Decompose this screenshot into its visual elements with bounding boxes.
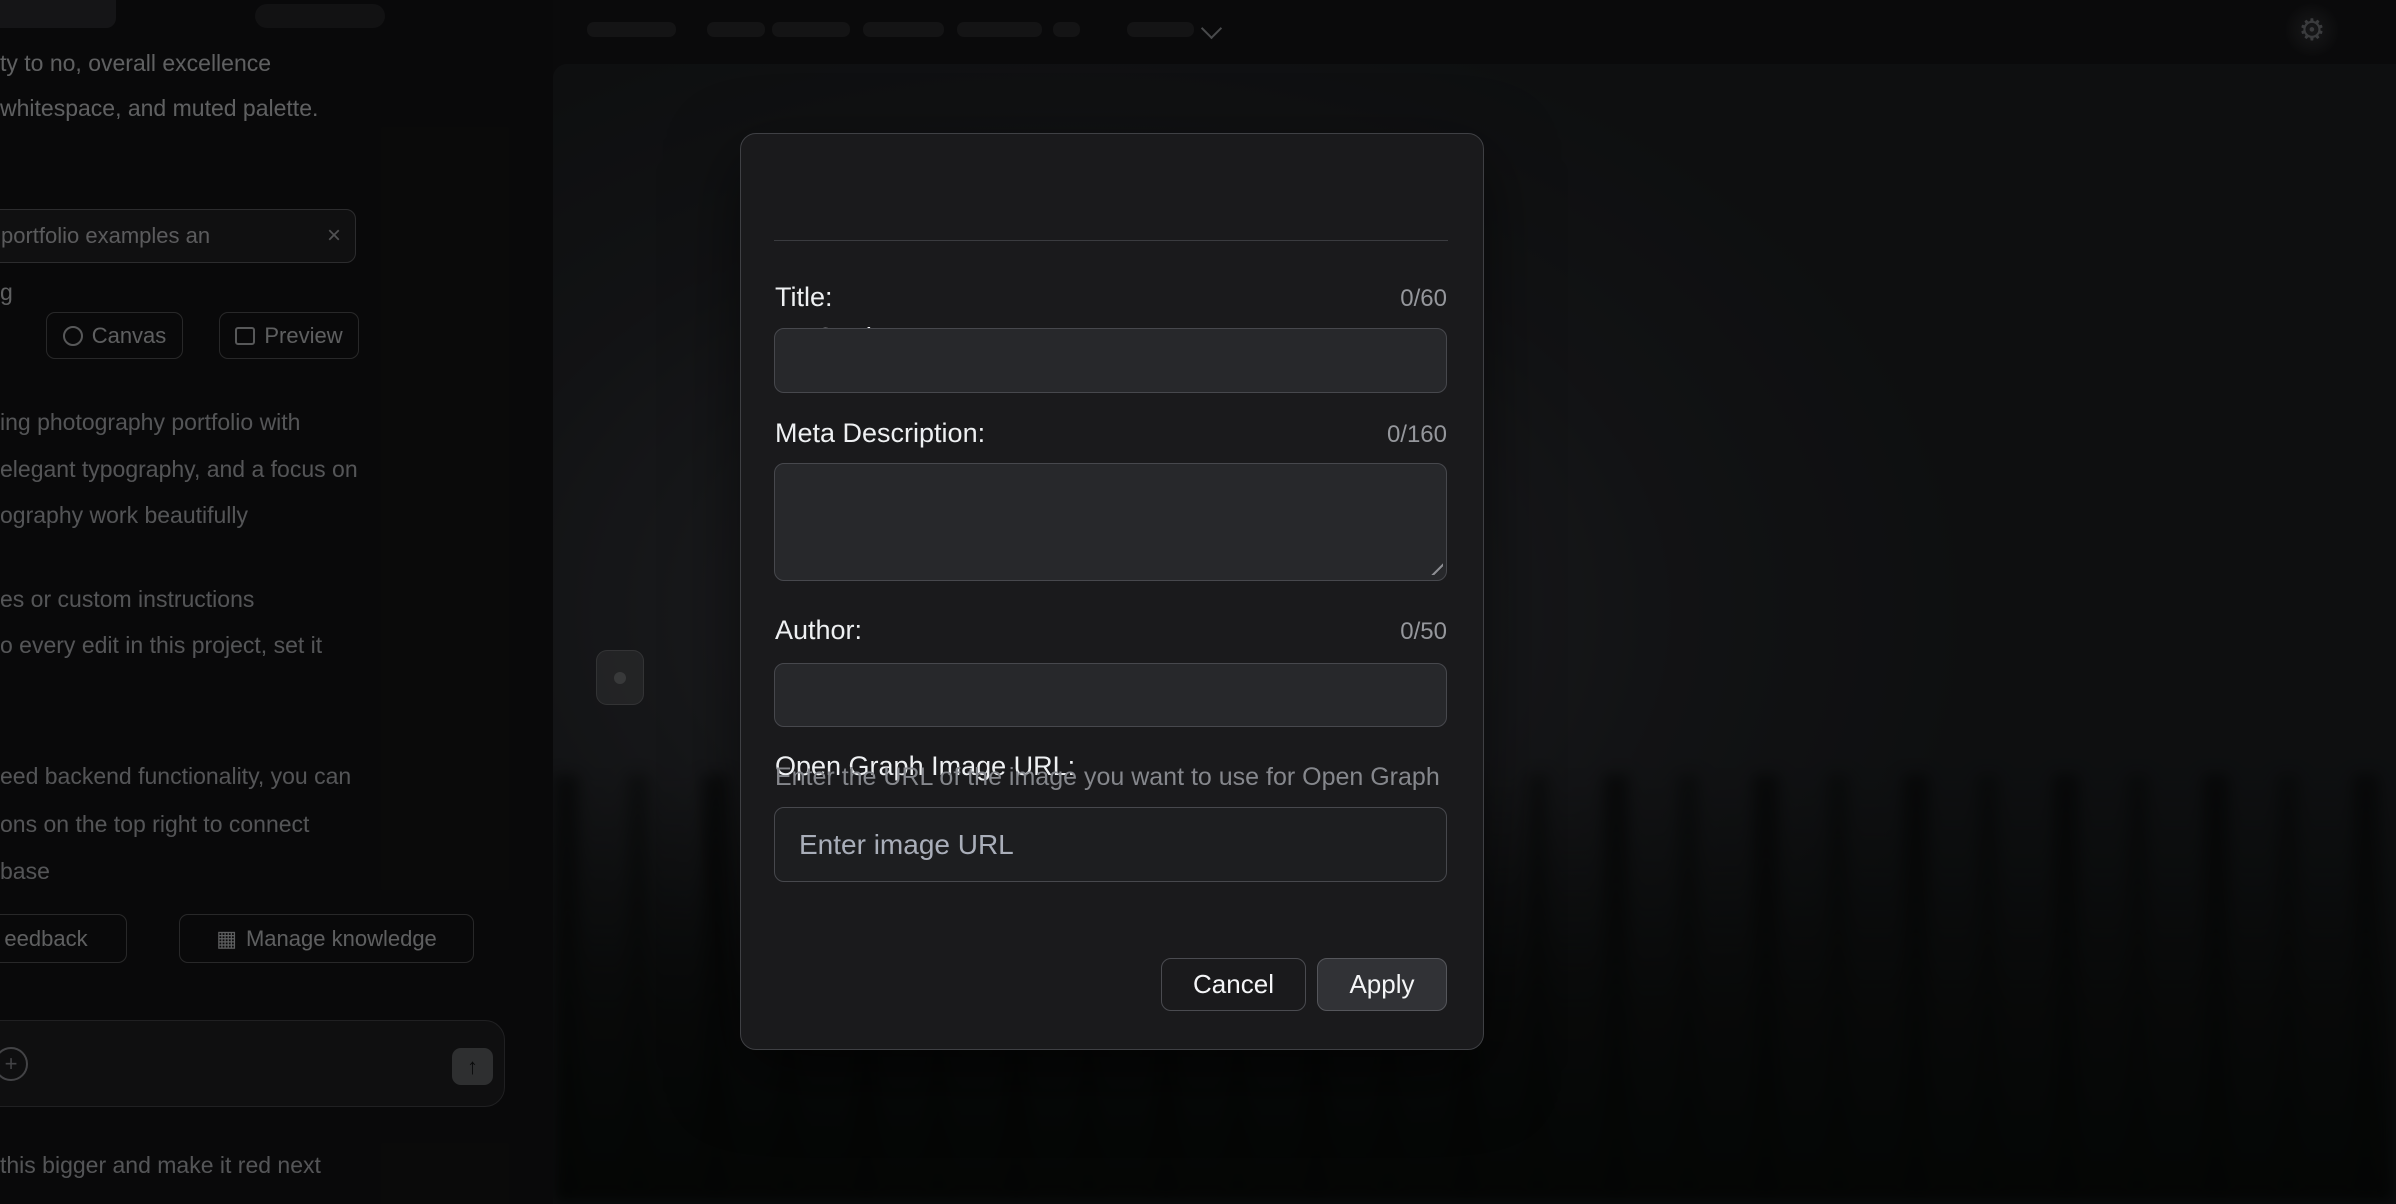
meta-description-textarea[interactable] <box>774 463 1447 581</box>
cancel-button[interactable]: Cancel <box>1161 958 1306 1011</box>
apply-button-label: Apply <box>1349 969 1414 1000</box>
meta-description-field-row: Meta Description: 0/160 <box>775 418 1447 449</box>
author-field-row: Author: 0/50 <box>775 615 1447 646</box>
meta-description-counter: 0/160 <box>1387 421 1447 449</box>
cancel-button-label: Cancel <box>1193 969 1274 1000</box>
og-image-url-input[interactable] <box>774 807 1447 882</box>
title-field-row: Title: 0/60 <box>775 282 1447 313</box>
title-counter: 0/60 <box>1400 285 1447 313</box>
author-label: Author: <box>775 615 862 646</box>
og-image-helper-text: Enter the URL of the image you want to u… <box>775 763 1447 792</box>
app-window: ⚙ ty to no, overall excellence whitespac… <box>0 0 2396 1204</box>
title-label: Title: <box>775 282 833 313</box>
author-input[interactable] <box>774 663 1447 727</box>
divider <box>774 240 1448 241</box>
meta-description-label: Meta Description: <box>775 418 985 449</box>
author-counter: 0/50 <box>1400 618 1447 646</box>
title-input[interactable] <box>774 328 1447 393</box>
apply-button[interactable]: Apply <box>1317 958 1447 1011</box>
settings-dialog: Settings <box>740 133 1484 1050</box>
